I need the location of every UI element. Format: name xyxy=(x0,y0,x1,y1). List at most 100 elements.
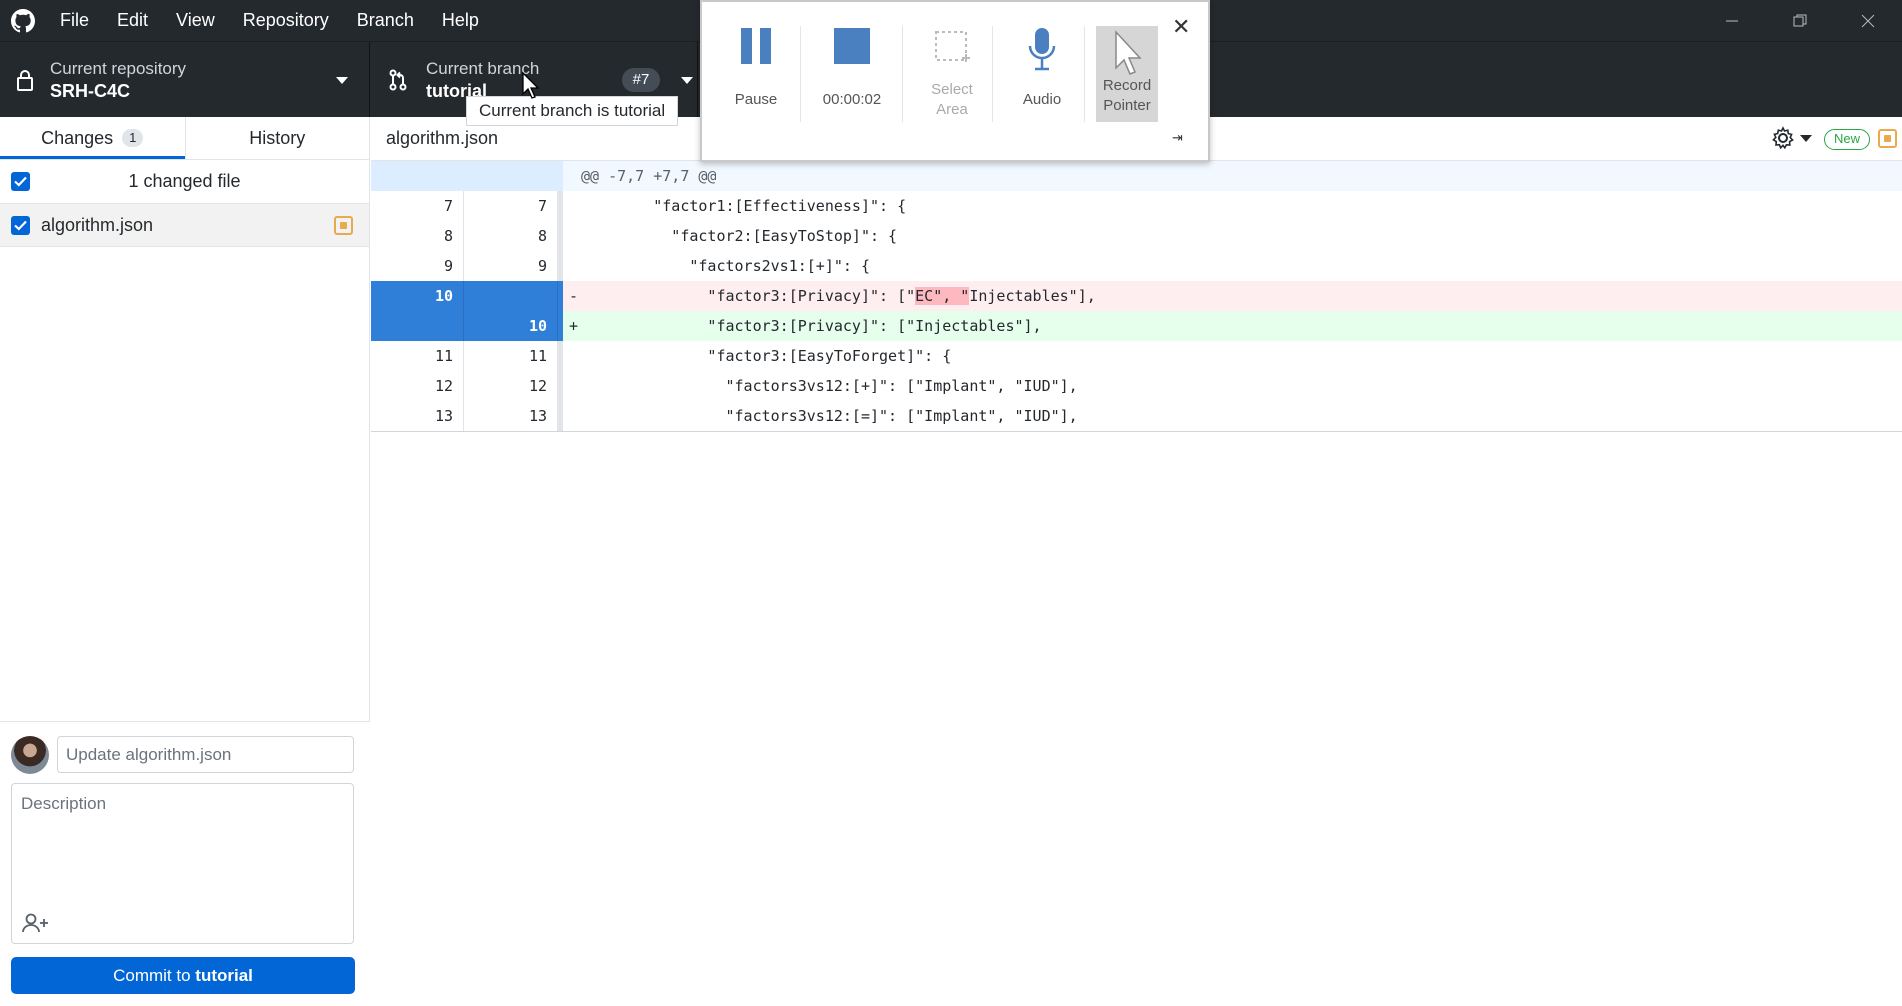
commit-summary-input[interactable]: Update algorithm.json xyxy=(57,736,354,773)
old-line-number[interactable] xyxy=(371,311,464,341)
file-checkbox[interactable] xyxy=(11,215,30,235)
old-line-number[interactable]: 9 xyxy=(371,251,464,281)
repository-name: SRH-C4C xyxy=(50,81,131,101)
commit-button[interactable]: Commit to tutorial xyxy=(11,957,355,994)
tab-history[interactable]: History xyxy=(184,117,370,159)
diff-line-code: "factors3vs12:[+]": ["Implant", "IUD"], xyxy=(581,377,1078,395)
diff-line[interactable]: 13 13 "factors3vs12:[=]": ["Implant", "I… xyxy=(371,401,1902,431)
settings-chevron-down-icon xyxy=(1800,134,1812,142)
add-coauthor-icon[interactable] xyxy=(20,911,50,935)
menu-repository[interactable]: Repository xyxy=(229,0,343,41)
deleted-sign: - xyxy=(569,287,579,305)
changed-files-header: 1 changed file xyxy=(0,160,369,204)
changes-count-badge: 1 xyxy=(122,129,144,147)
select-all-checkbox[interactable] xyxy=(11,172,30,191)
diff-line-code: "factors3vs12:[=]": ["Implant", "IUD"], xyxy=(581,407,1078,425)
diff-line-code: "factor3:[Privacy]": ["EC", "Injectables… xyxy=(581,287,1096,305)
pull-request-badge[interactable]: #7 xyxy=(622,68,660,92)
old-line-number[interactable]: 7 xyxy=(371,191,464,221)
diff-line[interactable]: 9 9 "factors2vs1:[+]": { xyxy=(371,251,1902,281)
mouse-pointer-icon xyxy=(522,72,540,99)
new-line-number[interactable] xyxy=(464,281,558,311)
menu-view[interactable]: View xyxy=(162,0,229,41)
stop-button[interactable]: 00:00:02 xyxy=(812,26,892,110)
current-repository-button[interactable]: Current repository SRH-C4C xyxy=(0,42,370,118)
select-area-icon xyxy=(912,26,992,76)
avatar xyxy=(11,736,49,774)
select-area-label-2: Area xyxy=(936,101,968,118)
diff-settings-button[interactable] xyxy=(1771,125,1815,151)
gear-icon xyxy=(1772,126,1794,150)
github-logo-icon xyxy=(0,0,46,41)
minimize-icon[interactable] xyxy=(1698,0,1766,41)
tab-history-label: History xyxy=(249,128,306,148)
screen-recorder-panel: Pause 00:00:02 Select Area Audio Record … xyxy=(700,0,1210,162)
old-line-number[interactable]: 8 xyxy=(371,221,464,251)
commit-button-branch: tutorial xyxy=(195,966,253,985)
menu-help[interactable]: Help xyxy=(428,0,493,41)
menu-edit[interactable]: Edit xyxy=(103,0,162,41)
new-line-number[interactable]: 10 xyxy=(464,311,558,341)
audio-button[interactable]: Audio xyxy=(1002,26,1082,110)
diff-file-name: algorithm.json xyxy=(386,128,499,148)
old-line-number[interactable]: 11 xyxy=(371,341,464,371)
diff-line-code: "factor3:[Privacy]": ["Injectables"], xyxy=(581,317,1042,335)
new-line-number[interactable]: 11 xyxy=(464,341,558,371)
pointer-icon xyxy=(1096,30,1158,80)
pause-label: Pause xyxy=(734,91,778,108)
new-line-number[interactable]: 13 xyxy=(464,401,558,431)
file-list-item[interactable]: algorithm.json xyxy=(0,204,369,247)
hunk-header: @@ -7,7 +7,7 @@ xyxy=(371,161,1902,191)
close-window-icon[interactable] xyxy=(1834,0,1902,41)
repository-label: Current repository xyxy=(50,59,187,78)
file-modified-icon xyxy=(1878,129,1897,148)
record-pointer-button[interactable]: Record Pointer xyxy=(1096,26,1158,122)
record-pointer-label-1: Record xyxy=(1102,77,1152,94)
sidebar-tabs: Changes 1 History xyxy=(0,117,369,160)
deleted-highlight: EC", " xyxy=(915,287,970,305)
commit-form: Update algorithm.json Description Commit… xyxy=(0,721,370,1006)
diff-line[interactable]: 11 11 "factor3:[EasyToForget]": { xyxy=(371,341,1902,371)
diff-line-code: "factor2:[EasyToStop]": { xyxy=(581,227,898,245)
added-sign: + xyxy=(569,317,579,335)
menu-branch[interactable]: Branch xyxy=(343,0,428,41)
pause-icon xyxy=(726,26,786,76)
new-line-number[interactable]: 8 xyxy=(464,221,558,251)
diff-line[interactable]: 8 8 "factor2:[EasyToStop]": { xyxy=(371,221,1902,251)
sidebar: Changes 1 History 1 changed file algorit… xyxy=(0,117,370,1006)
hunk-header-text: @@ -7,7 +7,7 @@ xyxy=(581,167,717,185)
old-line-number[interactable]: 13 xyxy=(371,401,464,431)
pin-icon[interactable]: ⇥ xyxy=(1172,130,1183,146)
new-line-number[interactable]: 12 xyxy=(464,371,558,401)
diff-line-deleted[interactable]: 10 - "factor3:[Privacy]": ["EC", "Inject… xyxy=(371,281,1902,311)
description-placeholder: Description xyxy=(21,794,107,813)
file-name: algorithm.json xyxy=(41,214,154,235)
stop-icon xyxy=(812,26,892,76)
menu-file[interactable]: File xyxy=(46,0,103,41)
old-line-number[interactable]: 10 xyxy=(371,281,464,311)
chevron-down-icon xyxy=(336,77,348,84)
new-badge: New xyxy=(1824,129,1870,150)
diff-line[interactable]: 12 12 "factors3vs12:[+]": ["Implant", "I… xyxy=(371,371,1902,401)
old-line-number[interactable]: 12 xyxy=(371,371,464,401)
diff-line-added[interactable]: 10 + "factor3:[Privacy]": ["Injectables"… xyxy=(371,311,1902,341)
restore-icon[interactable] xyxy=(1766,0,1834,41)
new-line-number[interactable]: 7 xyxy=(464,191,558,221)
diff-line[interactable]: 7 7 "factor1:[Effectiveness]": { xyxy=(371,191,1902,221)
audio-label: Audio xyxy=(1022,91,1062,108)
menu-bar: File Edit View Repository Branch Help xyxy=(46,0,493,41)
close-icon[interactable]: ✕ xyxy=(1172,14,1190,40)
commit-description-field[interactable]: Description xyxy=(11,783,354,944)
tab-changes[interactable]: Changes 1 xyxy=(0,117,185,159)
git-branch-icon xyxy=(370,68,426,92)
diff-line-code: "factors2vs1:[+]": { xyxy=(581,257,870,275)
new-line-number[interactable]: 9 xyxy=(464,251,558,281)
select-area-button[interactable]: Select Area xyxy=(912,26,992,120)
pause-button[interactable]: Pause xyxy=(726,26,786,110)
window-controls xyxy=(1698,0,1902,41)
tab-changes-label: Changes xyxy=(41,128,114,148)
diff-line-code: "factor3:[EasyToForget]": { xyxy=(581,347,952,365)
diff-line-code: "factor1:[Effectiveness]": { xyxy=(581,197,907,215)
lock-icon xyxy=(0,69,50,91)
branch-chevron-down-icon xyxy=(681,77,693,84)
